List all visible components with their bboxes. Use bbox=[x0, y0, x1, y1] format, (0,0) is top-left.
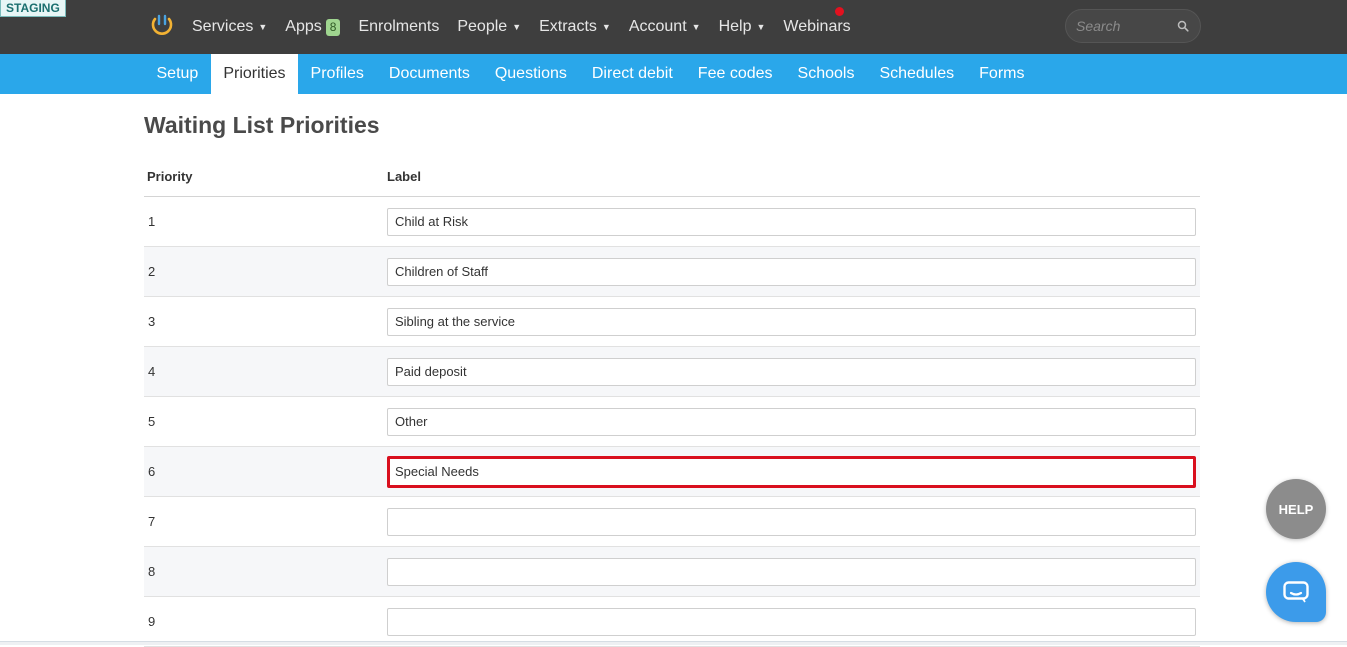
topnav-item-services[interactable]: Services ▼ bbox=[192, 18, 267, 36]
search-box[interactable] bbox=[1065, 9, 1201, 43]
priority-number: 7 bbox=[148, 514, 156, 529]
top-nav-menu: Services ▼ Apps 8 Enrolments People ▼ Extracts ▼… bbox=[192, 0, 869, 54]
topnav-item-label: People bbox=[457, 18, 508, 35]
tab-schools[interactable]: Schools bbox=[785, 54, 867, 94]
caret-down-icon: ▼ bbox=[691, 22, 701, 32]
topnav-item-label: Services bbox=[192, 18, 254, 35]
tab-setup[interactable]: Setup bbox=[144, 54, 211, 94]
tab-schedules[interactable]: Schedules bbox=[867, 54, 967, 94]
priority-number: 6 bbox=[148, 464, 156, 479]
table-row: 7 bbox=[144, 497, 1200, 547]
priority-number: 1 bbox=[148, 214, 156, 229]
top-navbar: Services ▼ Apps 8 Enrolments People ▼ Extracts ▼… bbox=[0, 0, 1347, 54]
column-header-label: Label bbox=[387, 168, 421, 184]
topnav-item-label: Webinars bbox=[783, 18, 851, 35]
table-header: Priority Label bbox=[144, 156, 1200, 197]
tab-direct-debit[interactable]: Direct debit bbox=[579, 54, 685, 94]
table-row: 1 bbox=[144, 197, 1200, 247]
topnav-item-webinars[interactable]: Webinars bbox=[783, 18, 850, 36]
topnav-item-label: Enrolments bbox=[358, 18, 440, 35]
chat-button[interactable] bbox=[1266, 562, 1326, 622]
priority-label-input[interactable] bbox=[387, 357, 1196, 386]
notification-dot bbox=[835, 7, 844, 16]
topnav-item-label: Extracts bbox=[539, 18, 597, 35]
topnav-item-label: Account bbox=[628, 18, 687, 35]
priority-label-input[interactable] bbox=[387, 507, 1196, 536]
help-button[interactable]: HELP bbox=[1266, 479, 1326, 539]
priority-number: 5 bbox=[148, 414, 156, 429]
table-row: 6 bbox=[144, 447, 1200, 497]
priority-number: 8 bbox=[148, 564, 156, 579]
tab-priorities[interactable]: Priorities bbox=[210, 54, 299, 94]
priority-number: 3 bbox=[148, 314, 156, 329]
topnav-item-extracts[interactable]: Extracts ▼ bbox=[539, 18, 611, 36]
app-logo-icon[interactable] bbox=[150, 13, 174, 37]
chat-bubble-icon bbox=[1283, 581, 1309, 603]
topnav-item-label: Help bbox=[718, 18, 752, 35]
tab-forms[interactable]: Forms bbox=[967, 54, 1037, 94]
priority-label-input[interactable] bbox=[387, 257, 1196, 286]
caret-down-icon: ▼ bbox=[756, 22, 766, 32]
priority-label-input[interactable] bbox=[387, 557, 1196, 586]
priority-label-input[interactable] bbox=[387, 607, 1196, 636]
priority-number: 2 bbox=[148, 264, 156, 279]
table-row: 8 bbox=[144, 547, 1200, 597]
caret-down-icon: ▼ bbox=[258, 22, 268, 32]
topnav-item-enrolments[interactable]: Enrolments bbox=[358, 18, 439, 36]
column-header-priority: Priority bbox=[147, 168, 193, 184]
priorities-table: Priority Label 1 2 3 4 5 6 7 8 9 bbox=[144, 156, 1200, 647]
table-row: 3 bbox=[144, 297, 1200, 347]
search-input[interactable] bbox=[1076, 18, 1171, 34]
table-row: 5 bbox=[144, 397, 1200, 447]
tab-profiles[interactable]: Profiles bbox=[298, 54, 376, 94]
apps-count-badge: 8 bbox=[325, 18, 341, 36]
staging-badge: STAGING bbox=[0, 0, 66, 17]
priority-label-input[interactable] bbox=[387, 307, 1196, 336]
page-title: Waiting List Priorities bbox=[144, 112, 380, 138]
priority-number: 9 bbox=[148, 614, 156, 629]
search-icon[interactable] bbox=[1177, 20, 1189, 32]
topnav-item-people[interactable]: People ▼ bbox=[457, 18, 521, 36]
caret-down-icon: ▼ bbox=[601, 22, 611, 32]
topnav-item-help[interactable]: Help ▼ bbox=[719, 18, 766, 36]
sub-navbar: Setup Priorities Profiles Documents Question… bbox=[0, 54, 1347, 94]
topnav-item-label: Apps bbox=[285, 18, 322, 35]
tab-documents[interactable]: Documents bbox=[376, 54, 482, 94]
sub-nav-tabs: Setup Priorities Profiles Documents Question… bbox=[144, 54, 1037, 94]
table-row: 2 bbox=[144, 247, 1200, 297]
priority-label-input[interactable] bbox=[387, 455, 1196, 488]
tab-questions[interactable]: Questions bbox=[482, 54, 579, 94]
bottom-border bbox=[0, 641, 1347, 645]
topnav-item-account[interactable]: Account ▼ bbox=[629, 18, 701, 36]
priority-label-input[interactable] bbox=[387, 207, 1196, 236]
topnav-item-apps[interactable]: Apps 8 bbox=[285, 18, 341, 36]
tab-fee-codes[interactable]: Fee codes bbox=[685, 54, 785, 94]
table-body: 1 2 3 4 5 6 7 8 9 bbox=[144, 197, 1200, 647]
table-row: 9 bbox=[144, 597, 1200, 647]
priority-label-input[interactable] bbox=[387, 407, 1196, 436]
table-row: 4 bbox=[144, 347, 1200, 397]
priority-number: 4 bbox=[148, 364, 156, 379]
caret-down-icon: ▼ bbox=[512, 22, 522, 32]
